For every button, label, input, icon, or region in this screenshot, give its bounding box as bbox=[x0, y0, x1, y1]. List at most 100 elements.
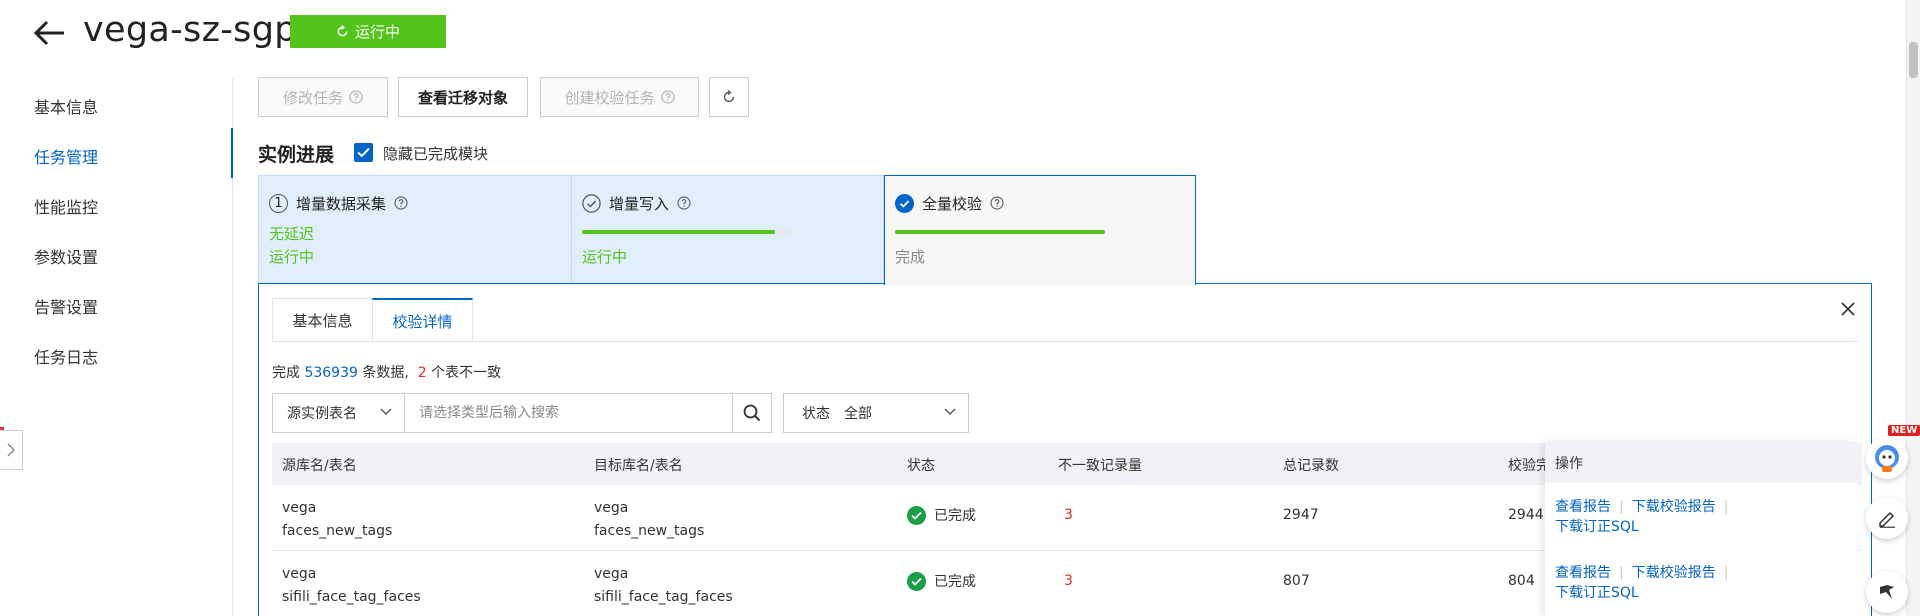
target-db: vega bbox=[594, 500, 629, 516]
status-badge: 运行中 bbox=[290, 15, 446, 48]
step-name: 增量数据采集 bbox=[296, 194, 387, 213]
sidebar-item-basic-info[interactable]: 基本信息 bbox=[34, 94, 98, 118]
column-header: 不一致记录量 bbox=[1058, 458, 1142, 474]
assistant-button[interactable] bbox=[1866, 437, 1908, 479]
help-icon[interactable] bbox=[394, 196, 408, 210]
page-title: vega-sz-sgp bbox=[83, 10, 297, 50]
modify-task-button[interactable]: 修改任务 bbox=[258, 77, 388, 117]
total-count: 807 bbox=[1283, 573, 1310, 589]
column-header: 源库名/表名 bbox=[282, 458, 357, 474]
source-db: vega bbox=[282, 500, 317, 516]
source-db: vega bbox=[282, 566, 317, 582]
column-header: 总记录数 bbox=[1283, 458, 1339, 474]
step-incremental-write: 增量写入 运行中 bbox=[571, 175, 884, 284]
step-status: 完成 bbox=[895, 248, 926, 266]
progress-bar bbox=[582, 230, 792, 234]
check-icon bbox=[357, 147, 370, 158]
source-table: sifili_face_tag_faces bbox=[282, 589, 421, 605]
inconsistent-count[interactable]: 3 bbox=[1064, 507, 1073, 523]
step-name: 全量校验 bbox=[922, 194, 983, 213]
help-icon bbox=[660, 90, 675, 104]
sidebar-active-indicator bbox=[231, 128, 233, 178]
create-verify-task-button[interactable]: 创建校验任务 bbox=[540, 77, 699, 117]
search-input[interactable] bbox=[404, 393, 733, 433]
view-migration-objects-button[interactable]: 查看迁移对象 bbox=[398, 77, 528, 117]
progress-fill bbox=[895, 230, 1105, 234]
view-migration-objects-label: 查看迁移对象 bbox=[417, 88, 508, 107]
step-status: 运行中 bbox=[269, 248, 315, 266]
help-icon bbox=[349, 90, 363, 104]
step-incremental-collect: 1 增量数据采集 无延迟 运行中 bbox=[258, 175, 571, 284]
summary-count: 536939 bbox=[304, 365, 358, 381]
help-icon[interactable] bbox=[677, 196, 691, 210]
sidebar-item-task-management[interactable]: 任务管理 bbox=[34, 144, 98, 168]
target-cell: vega faces_new_tags bbox=[594, 497, 704, 543]
search-button[interactable] bbox=[732, 393, 772, 433]
divider: | bbox=[1723, 499, 1729, 515]
sidebar-item-parameters[interactable]: 参数设置 bbox=[34, 244, 98, 268]
row-actions: 查看报告 | 下载校验报告 | 下载订正SQL bbox=[1555, 563, 1736, 603]
download-sql-link[interactable]: 下载订正SQL bbox=[1555, 585, 1639, 601]
source-cell: vega sifili_face_tag_faces bbox=[282, 563, 421, 609]
operations-column: 操作 查看报告 | 下载校验报告 | 下载订正SQL 查看报告 | 下载校验报告 | 下载订… bbox=[1545, 441, 1857, 616]
status-filter-label: 状态 bbox=[802, 406, 830, 422]
progress-bar bbox=[895, 230, 1105, 234]
step-full-verify[interactable]: 全量校验 完成 bbox=[884, 175, 1196, 285]
hide-completed-checkbox[interactable] bbox=[354, 143, 373, 162]
close-icon[interactable] bbox=[1837, 298, 1859, 320]
sidebar-item-performance[interactable]: 性能监控 bbox=[34, 194, 98, 218]
refresh-button[interactable] bbox=[709, 77, 749, 117]
column-header: 状态 bbox=[907, 458, 935, 474]
back-arrow-icon[interactable] bbox=[32, 18, 66, 48]
divider: | bbox=[1619, 565, 1624, 581]
verify-summary: 完成 536939 条数据, 2 个表不一致 bbox=[272, 362, 501, 382]
step-name: 增量写入 bbox=[609, 194, 670, 213]
tab-basic-info[interactable]: 基本信息 bbox=[272, 298, 372, 342]
scrollbar-thumb[interactable] bbox=[1909, 42, 1918, 78]
tabs-divider bbox=[272, 341, 1858, 342]
hide-completed-label: 隐藏已完成模块 bbox=[383, 145, 489, 163]
help-icon[interactable] bbox=[990, 196, 1004, 210]
tab-verify-detail[interactable]: 校验详情 bbox=[372, 298, 473, 342]
column-header: 目标库名/表名 bbox=[594, 458, 683, 474]
download-report-link[interactable]: 下载校验报告 bbox=[1632, 499, 1716, 515]
download-sql-link[interactable]: 下载订正SQL bbox=[1555, 519, 1639, 535]
check-circle-filled-icon bbox=[895, 193, 914, 213]
download-report-link[interactable]: 下载校验报告 bbox=[1632, 565, 1716, 581]
chevron-right-icon bbox=[7, 443, 15, 457]
status-cell: 已完成 bbox=[907, 505, 976, 525]
search-field-select[interactable]: 源实例表名 bbox=[272, 393, 405, 433]
contact-button[interactable] bbox=[1866, 571, 1908, 613]
create-verify-task-label: 创建校验任务 bbox=[564, 88, 655, 107]
refresh-icon bbox=[723, 90, 735, 103]
view-report-link[interactable]: 查看报告 bbox=[1555, 565, 1611, 581]
sidebar-toggle-button[interactable] bbox=[0, 430, 23, 470]
section-title: 实例进展 bbox=[258, 144, 335, 166]
inconsistent-count[interactable]: 3 bbox=[1064, 573, 1073, 589]
summary-suffix: 个表不一致 bbox=[426, 365, 502, 381]
search-field-label: 源实例表名 bbox=[287, 406, 357, 422]
refresh-icon bbox=[337, 25, 348, 37]
feedback-edit-button[interactable] bbox=[1866, 497, 1908, 539]
status-cell: 已完成 bbox=[907, 571, 976, 591]
check-circle-icon bbox=[582, 193, 601, 213]
status-badge-label: 运行中 bbox=[354, 23, 400, 41]
progress-fill bbox=[582, 230, 776, 234]
status-filter-value: 全部 bbox=[844, 406, 872, 422]
status-filter-select[interactable]: 状态 全部 bbox=[783, 393, 969, 433]
vertical-scrollbar[interactable] bbox=[1906, 0, 1920, 616]
chevron-down-icon bbox=[380, 408, 392, 415]
row-actions: 查看报告 | 下载校验报告 | 下载订正SQL bbox=[1555, 497, 1736, 537]
step-number: 1 bbox=[269, 193, 288, 213]
step-latency: 无延迟 bbox=[269, 225, 315, 243]
check-circle-icon bbox=[907, 571, 926, 591]
sidebar-item-alerts[interactable]: 告警设置 bbox=[34, 294, 98, 318]
check-circle-icon bbox=[907, 505, 926, 525]
summary-prefix: 完成 bbox=[272, 365, 305, 381]
sidebar-item-task-log[interactable]: 任务日志 bbox=[34, 344, 98, 368]
summary-middle: 条数据, bbox=[357, 365, 418, 381]
verified-count: 2944 bbox=[1508, 507, 1544, 523]
view-report-link[interactable]: 查看报告 bbox=[1555, 499, 1611, 515]
source-table: faces_new_tags bbox=[282, 523, 393, 539]
modify-task-label: 修改任务 bbox=[282, 88, 343, 107]
